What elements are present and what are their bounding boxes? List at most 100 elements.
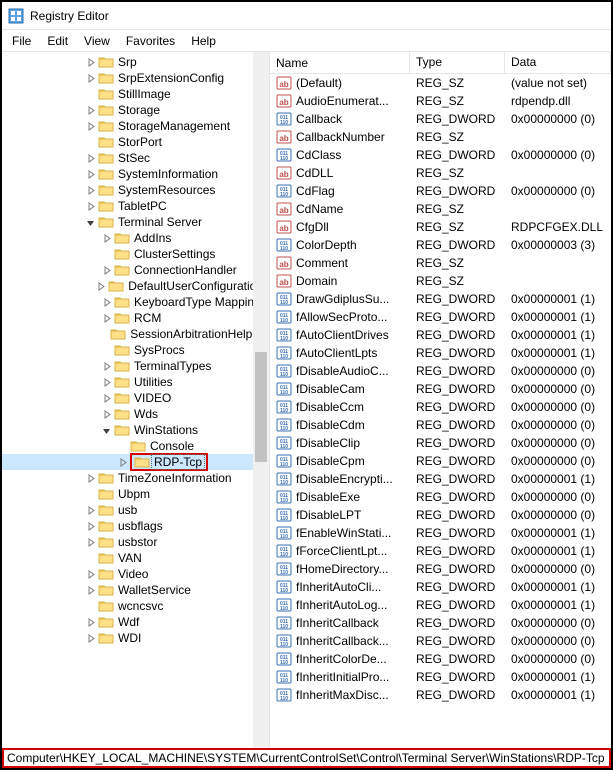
tree-item-winstations[interactable]: WinStations xyxy=(2,422,269,438)
value-row[interactable]: 011110fDisableClipREG_DWORD0x00000000 (0… xyxy=(270,434,611,452)
tree-item-storport[interactable]: StorPort xyxy=(2,134,269,150)
tree-item-usbstor[interactable]: usbstor xyxy=(2,534,269,550)
expander-icon[interactable] xyxy=(82,566,98,582)
expander-icon[interactable] xyxy=(82,54,98,70)
expander-icon[interactable] xyxy=(98,374,114,390)
tree-item-rcm[interactable]: RCM xyxy=(2,310,269,326)
value-row[interactable]: 011110fInheritMaxDisc...REG_DWORD0x00000… xyxy=(270,686,611,704)
value-row[interactable]: 011110fInheritCallback...REG_DWORD0x0000… xyxy=(270,632,611,650)
tree-item-timezoneinformation[interactable]: TimeZoneInformation xyxy=(2,470,269,486)
expander-icon[interactable] xyxy=(82,614,98,630)
value-row[interactable]: 011110fInheritColorDe...REG_DWORD0x00000… xyxy=(270,650,611,668)
value-row[interactable]: abCdDLLREG_SZ xyxy=(270,164,611,182)
expander-icon[interactable] xyxy=(82,102,98,118)
tree-item-utilities[interactable]: Utilities xyxy=(2,374,269,390)
tree-item-video[interactable]: Video xyxy=(2,566,269,582)
expander-icon[interactable] xyxy=(82,182,98,198)
tree-view[interactable]: SrpSrpExtensionConfigStillImageStorageSt… xyxy=(2,52,269,748)
menu-view[interactable]: View xyxy=(76,32,118,50)
expander-icon[interactable] xyxy=(82,214,98,230)
expander-icon[interactable] xyxy=(98,406,114,422)
tree-item-van[interactable]: VAN xyxy=(2,550,269,566)
tree-item-usb[interactable]: usb xyxy=(2,502,269,518)
value-row[interactable]: 011110fDisableExeREG_DWORD0x00000000 (0) xyxy=(270,488,611,506)
value-row[interactable]: ab(Default)REG_SZ(value not set) xyxy=(270,74,611,92)
value-row[interactable]: 011110fDisableCcmREG_DWORD0x00000000 (0) xyxy=(270,398,611,416)
value-row[interactable]: 011110fDisableAudioC...REG_DWORD0x000000… xyxy=(270,362,611,380)
tree-item-wdf[interactable]: Wdf xyxy=(2,614,269,630)
tree-item-connectionhandler[interactable]: ConnectionHandler xyxy=(2,262,269,278)
menu-favorites[interactable]: Favorites xyxy=(118,32,183,50)
expander-icon[interactable] xyxy=(82,118,98,134)
expander-icon[interactable] xyxy=(82,70,98,86)
value-row[interactable]: 011110fDisableCamREG_DWORD0x00000000 (0) xyxy=(270,380,611,398)
column-header-data[interactable]: Data xyxy=(505,52,611,73)
tree-item-usbflags[interactable]: usbflags xyxy=(2,518,269,534)
tree-item-srpextensionconfig[interactable]: SrpExtensionConfig xyxy=(2,70,269,86)
value-row[interactable]: abCfgDllREG_SZRDPCFGEX.DLL xyxy=(270,218,611,236)
value-row[interactable]: 011110CallbackREG_DWORD0x00000000 (0) xyxy=(270,110,611,128)
value-row[interactable]: abAudioEnumerat...REG_SZrdpendp.dll xyxy=(270,92,611,110)
tree-item-rdp-tcp[interactable]: RDP-Tcp xyxy=(2,454,269,470)
value-row[interactable]: 011110fDisableEncrypti...REG_DWORD0x0000… xyxy=(270,470,611,488)
tree-item-storage[interactable]: Storage xyxy=(2,102,269,118)
tree-item-console[interactable]: Console xyxy=(2,438,269,454)
tree-item-wcncsvc[interactable]: wcncsvc xyxy=(2,598,269,614)
tree-item-video[interactable]: VIDEO xyxy=(2,390,269,406)
expander-icon[interactable] xyxy=(82,534,98,550)
expander-icon[interactable] xyxy=(93,278,108,294)
column-header-name[interactable]: Name xyxy=(270,52,410,73)
tree-scrollbar-thumb[interactable] xyxy=(255,352,267,462)
tree-item-sysprocs[interactable]: SysProcs xyxy=(2,342,269,358)
value-row[interactable]: abCdNameREG_SZ xyxy=(270,200,611,218)
expander-icon[interactable] xyxy=(98,390,114,406)
tree-item-systemresources[interactable]: SystemResources xyxy=(2,182,269,198)
value-row[interactable]: 011110fAutoClientLptsREG_DWORD0x00000001… xyxy=(270,344,611,362)
expander-icon[interactable] xyxy=(82,198,98,214)
tree-item-tabletpc[interactable]: TabletPC xyxy=(2,198,269,214)
value-row[interactable]: 011110fInheritInitialPro...REG_DWORD0x00… xyxy=(270,668,611,686)
tree-item-terminal-server[interactable]: Terminal Server xyxy=(2,214,269,230)
tree-item-srp[interactable]: Srp xyxy=(2,54,269,70)
expander-icon[interactable] xyxy=(82,166,98,182)
tree-item-terminaltypes[interactable]: TerminalTypes xyxy=(2,358,269,374)
tree-item-storagemanagement[interactable]: StorageManagement xyxy=(2,118,269,134)
expander-icon[interactable] xyxy=(82,150,98,166)
tree-item-clustersettings[interactable]: ClusterSettings xyxy=(2,246,269,262)
tree-item-keyboardtype-mapping[interactable]: KeyboardType Mapping xyxy=(2,294,269,310)
value-row[interactable]: 011110fInheritAutoCli...REG_DWORD0x00000… xyxy=(270,578,611,596)
expander-icon[interactable] xyxy=(98,294,114,310)
value-row[interactable]: 011110CdFlagREG_DWORD0x00000000 (0) xyxy=(270,182,611,200)
value-row[interactable]: 011110DrawGdiplusSu...REG_DWORD0x0000000… xyxy=(270,290,611,308)
tree-item-wdi[interactable]: WDI xyxy=(2,630,269,646)
expander-icon[interactable] xyxy=(82,582,98,598)
value-row[interactable]: 011110fAutoClientDrivesREG_DWORD0x000000… xyxy=(270,326,611,344)
value-row[interactable]: 011110fInheritAutoLog...REG_DWORD0x00000… xyxy=(270,596,611,614)
tree-item-addins[interactable]: AddIns xyxy=(2,230,269,246)
value-row[interactable]: 011110ColorDepthREG_DWORD0x00000003 (3) xyxy=(270,236,611,254)
tree-item-stillimage[interactable]: StillImage xyxy=(2,86,269,102)
tree-item-systeminformation[interactable]: SystemInformation xyxy=(2,166,269,182)
value-row[interactable]: abCallbackNumberREG_SZ xyxy=(270,128,611,146)
value-row[interactable]: abCommentREG_SZ xyxy=(270,254,611,272)
value-row[interactable]: abDomainREG_SZ xyxy=(270,272,611,290)
expander-icon[interactable] xyxy=(98,262,114,278)
value-row[interactable]: 011110fInheritCallbackREG_DWORD0x0000000… xyxy=(270,614,611,632)
tree-item-ubpm[interactable]: Ubpm xyxy=(2,486,269,502)
tree-item-wds[interactable]: Wds xyxy=(2,406,269,422)
expander-icon[interactable] xyxy=(98,310,114,326)
expander-icon[interactable] xyxy=(82,502,98,518)
value-row[interactable]: 011110fHomeDirectory...REG_DWORD0x000000… xyxy=(270,560,611,578)
value-row[interactable]: 011110fAllowSecProto...REG_DWORD0x000000… xyxy=(270,308,611,326)
expander-icon[interactable] xyxy=(98,230,114,246)
menu-help[interactable]: Help xyxy=(183,32,224,50)
expander-icon[interactable] xyxy=(82,518,98,534)
tree-item-sessionarbitrationhelper[interactable]: SessionArbitrationHelper xyxy=(2,326,269,342)
expander-icon[interactable] xyxy=(98,422,114,438)
tree-scrollbar[interactable] xyxy=(253,52,269,748)
menu-file[interactable]: File xyxy=(4,32,39,50)
expander-icon[interactable] xyxy=(114,454,130,470)
tree-item-defaultuserconfiguration[interactable]: DefaultUserConfiguration xyxy=(2,278,269,294)
menu-edit[interactable]: Edit xyxy=(39,32,76,50)
value-row[interactable]: 011110fDisableCdmREG_DWORD0x00000000 (0) xyxy=(270,416,611,434)
